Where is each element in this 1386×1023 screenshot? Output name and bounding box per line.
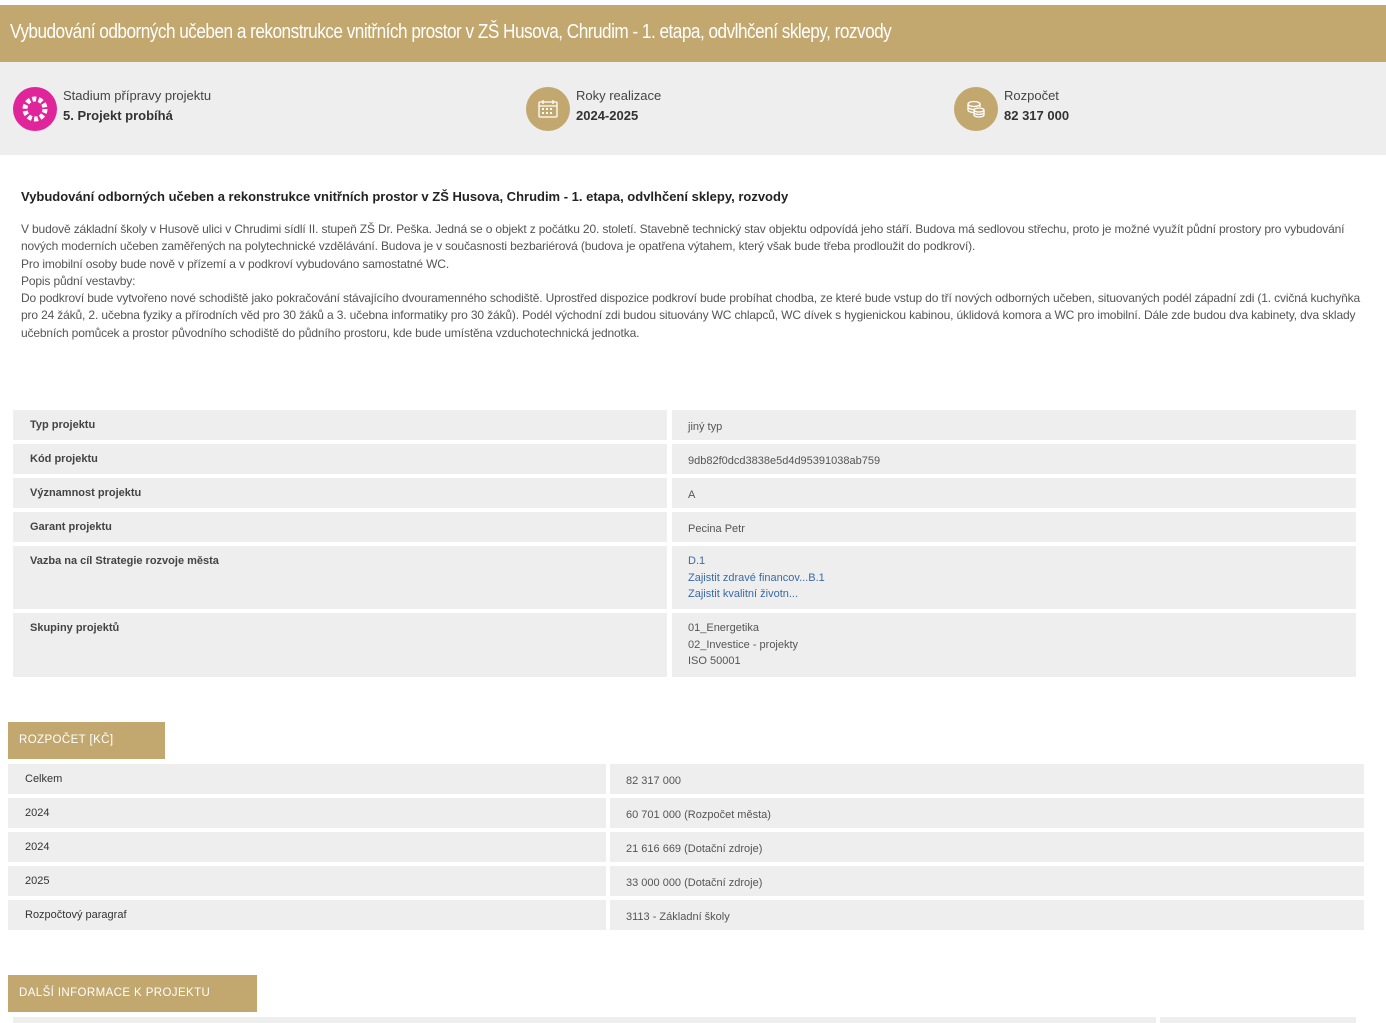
budget-label: 2024 [8,798,606,828]
info-value: Pecina Petr [672,512,1356,542]
description-paragraph: Popis půdní vestavby: [21,273,136,288]
group-item: 01_Energetika [688,622,759,634]
budget-value: 33 000 000 (Dotační zdroje) [610,866,1364,896]
info-row-strategy: Vazba na cíl Strategie rozvoje města D.1… [13,546,1356,609]
stat-stage-label: Stadium přípravy projektu [63,88,212,103]
page-title: Vybudování odborných učeben a rekonstruk… [10,21,892,43]
budget-value: 3113 - Základní školy [610,900,1364,930]
strategy-link[interactable]: D.1 [688,553,1356,570]
project-title: Vybudování odborných učeben a rekonstruk… [21,189,789,204]
budget-row: 2024 21 616 669 (Dotační zdroje) [8,832,1364,862]
info-row-groups: Skupiny projektů 01_Energetika 02_Invest… [13,613,1356,677]
info-value: jiný typ [672,410,1356,440]
budget-row: 2024 60 701 000 (Rozpočet města) [8,798,1364,828]
description-paragraph: Do podkroví bude vytvořeno nové schodišt… [21,291,1360,340]
coins-icon [954,87,998,131]
more-info-row-value-start [1160,1017,1356,1023]
info-value: 9db82f0dcd3838e5d4d95391038ab759 [672,444,1356,474]
budget-value: 82 317 000 [610,764,1364,794]
description-paragraph: Pro imobilní osoby bude nově v přízemí a… [21,256,450,271]
budget-label: Rozpočtový paragraf [8,900,606,930]
stat-years-label: Roky realizace [576,88,662,103]
budget-row: 2025 33 000 000 (Dotační zdroje) [8,866,1364,896]
calendar-icon [526,87,570,131]
budget-value: 60 701 000 (Rozpočet města) [610,798,1364,828]
group-item: ISO 50001 [688,655,741,667]
stat-budget-value: 82 317 000 [1004,108,1070,123]
info-row-guarantor: Garant projektu Pecina Petr [13,512,1356,542]
info-label: Typ projektu [13,410,667,440]
budget-label: 2025 [8,866,606,896]
info-value: D.1 Zajistit zdravé financov...B.1 Zajis… [672,546,1356,609]
stat-budget-label: Rozpočet [1004,88,1059,103]
budget-section-tab: Rozpočet [Kč] [8,722,165,759]
info-label: Významnost projektu [13,478,667,508]
group-item: 02_Investice - projekty [688,638,799,651]
info-value: 01_Energetika 02_Investice - projekty IS… [672,613,1356,677]
budget-row: Celkem 82 317 000 [8,764,1364,794]
strategy-link[interactable]: Zajistit kvalitní životn... [688,586,1356,603]
budget-table: Celkem 82 317 000 2024 60 701 000 (Rozpo… [8,764,1364,934]
project-info-table: Typ projektu jiný typ Kód projektu 9db82… [13,410,1356,681]
info-row-type: Typ projektu jiný typ [13,410,1356,440]
info-row-code: Kód projektu 9db82f0dcd3838e5d4d95391038… [13,444,1356,474]
more-info-section-tab: Další informace k projektu [8,975,257,1012]
info-label: Kód projektu [13,444,667,474]
stat-years-value: 2024-2025 [576,108,639,123]
budget-label: Celkem [8,764,606,794]
budget-row: Rozpočtový paragraf 3113 - Základní škol… [8,900,1364,930]
project-description: V budově základní školy v Husově ulici v… [21,221,1366,342]
info-label: Skupiny projektů [13,613,667,677]
info-label: Vazba na cíl Strategie rozvoje města [13,546,667,609]
strategy-link[interactable]: Zajistit zdravé financov...B.1 [688,570,1356,587]
stats-bar: Stadium přípravy projektu 5. Projekt pro… [0,62,1386,155]
budget-label: 2024 [8,832,606,862]
info-row-importance: Významnost projektu A [13,478,1356,508]
info-label: Garant projektu [13,512,667,542]
page-header: Vybudování odborných učeben a rekonstruk… [0,5,1386,62]
info-value: A [672,478,1356,508]
more-info-row-start [13,1017,1156,1023]
stat-stage-value: 5. Projekt probíhá [63,108,173,123]
budget-value: 21 616 669 (Dotační zdroje) [610,832,1364,862]
description-paragraph: V budově základní školy v Husově ulici v… [21,222,1345,254]
progress-ring-icon [13,87,57,131]
